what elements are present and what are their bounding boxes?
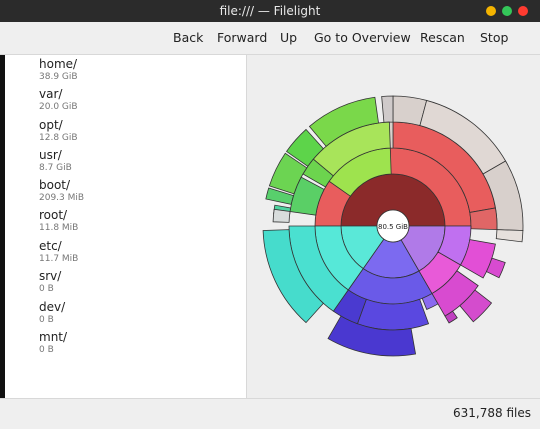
go-to-overview-button[interactable]: Go to Overview bbox=[314, 22, 411, 54]
radial-disk-map[interactable]: 80.5 GiB bbox=[247, 55, 540, 398]
folder-size: 11.7 MiB bbox=[39, 254, 79, 264]
list-item[interactable]: opt/ 12.8 GiB bbox=[39, 118, 239, 148]
folder-name: root/ bbox=[39, 208, 68, 222]
up-button[interactable]: Up bbox=[280, 22, 297, 54]
list-item[interactable]: usr/ 8.7 GiB bbox=[39, 148, 239, 178]
list-item[interactable]: var/ 20.0 GiB bbox=[39, 87, 239, 117]
forward-button[interactable]: Forward bbox=[217, 22, 267, 54]
stop-button[interactable]: Stop bbox=[480, 22, 508, 54]
folder-list: home/ 38.9 GiB var/ 20.0 GiB opt/ 12.8 G… bbox=[5, 55, 247, 398]
folder-name: usr/ bbox=[39, 148, 62, 162]
title-bar: file:/// — Filelight bbox=[0, 0, 540, 22]
status-bar: 631,788 files bbox=[0, 398, 540, 429]
list-item[interactable]: etc/ 11.7 MiB bbox=[39, 239, 239, 269]
home-ring-4-d[interactable] bbox=[381, 95, 394, 123]
rescan-button[interactable]: Rescan bbox=[420, 22, 465, 54]
list-item[interactable]: mnt/ 0 B bbox=[39, 330, 239, 360]
folder-name: boot/ bbox=[39, 178, 71, 192]
close-button[interactable] bbox=[518, 6, 528, 16]
opt-ring-4-b[interactable] bbox=[272, 208, 291, 223]
folder-size: 0 B bbox=[39, 345, 54, 355]
center-total-label: 80.5 GiB bbox=[378, 223, 408, 231]
folder-size: 8.7 GiB bbox=[39, 163, 72, 173]
folder-name: var/ bbox=[39, 87, 63, 101]
list-item[interactable]: srv/ 0 B bbox=[39, 269, 239, 299]
folder-name: mnt/ bbox=[39, 330, 68, 344]
radial-map-area: 80.5 GiB bbox=[247, 55, 540, 398]
toolbar: Back Forward Up Go to Overview Rescan St… bbox=[0, 22, 540, 55]
back-button[interactable]: Back bbox=[173, 22, 203, 54]
list-item[interactable]: dev/ 0 B bbox=[39, 300, 239, 330]
folder-name: home/ bbox=[39, 57, 78, 71]
minimize-button[interactable] bbox=[486, 6, 496, 16]
folder-name: srv/ bbox=[39, 269, 62, 283]
folder-size: 0 B bbox=[39, 315, 54, 325]
folder-size: 12.8 GiB bbox=[39, 133, 78, 143]
folder-size: 20.0 GiB bbox=[39, 102, 78, 112]
folder-name: opt/ bbox=[39, 118, 63, 132]
folder-size: 0 B bbox=[39, 284, 54, 294]
folder-size: 209.3 MiB bbox=[39, 193, 85, 203]
maximize-button[interactable] bbox=[502, 6, 512, 16]
home-ring-4-e[interactable] bbox=[495, 229, 524, 243]
list-item[interactable]: root/ 11.8 MiB bbox=[39, 208, 239, 238]
list-item[interactable]: home/ 38.9 GiB bbox=[39, 57, 239, 87]
filelight-window: file:/// — Filelight Back Forward Up Go … bbox=[0, 0, 540, 429]
usr-ring-3[interactable] bbox=[356, 298, 430, 331]
folder-name: dev/ bbox=[39, 300, 66, 314]
file-count: 631,788 files bbox=[453, 406, 531, 420]
window-title: file:/// — Filelight bbox=[219, 4, 321, 18]
folder-size: 11.8 MiB bbox=[39, 223, 79, 233]
list-item[interactable]: boot/ 209.3 MiB bbox=[39, 178, 239, 208]
folder-size: 38.9 GiB bbox=[39, 72, 78, 82]
folder-name: etc/ bbox=[39, 239, 62, 253]
